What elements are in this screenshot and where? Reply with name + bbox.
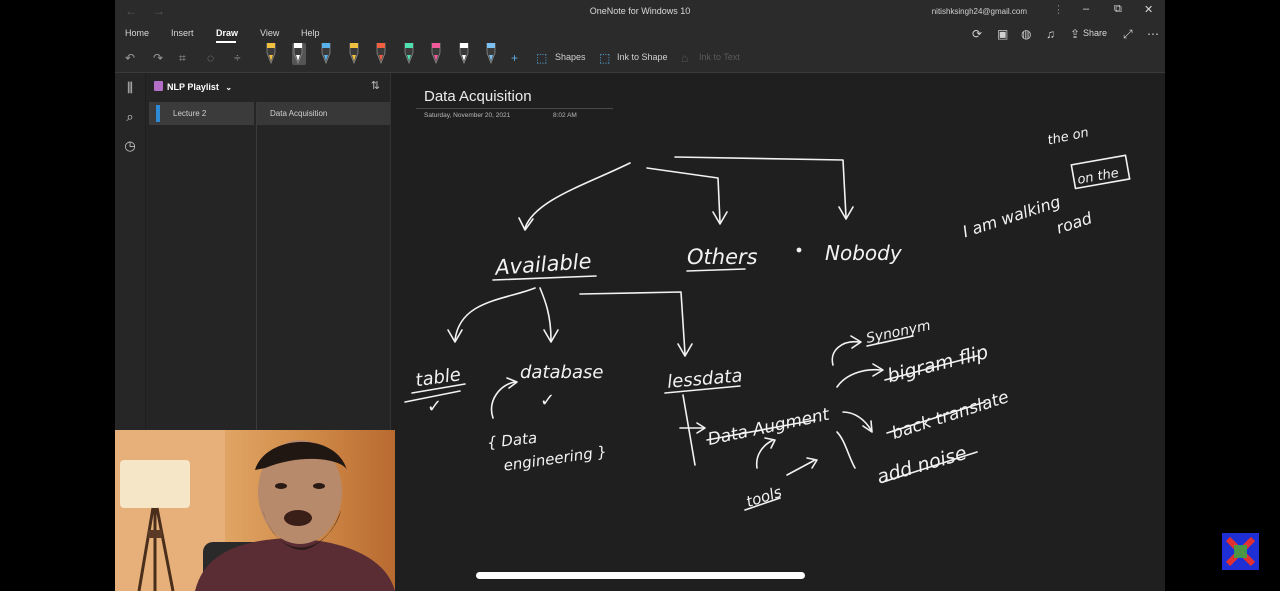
arrow-to-bigram [836,368,882,388]
underline-others [686,268,746,272]
label-table: table [414,364,462,391]
arrow-to-back-translate [842,411,872,431]
arrow-tools-right [786,459,816,476]
label-nobody: Nobody [825,241,903,265]
arrow-to-table [454,287,536,341]
arrow-tools-up [755,439,774,469]
label-road: road [1054,208,1095,238]
home-indicator[interactable] [476,572,805,579]
lessdata-stem [682,394,696,466]
arrowhead [862,420,873,433]
arrow-to-lessdata [579,291,686,355]
arrowhead [764,437,776,449]
label-add-noise: add noise [874,442,969,489]
arrow-to-available [524,162,631,229]
label-lessdata: lessdata [666,365,743,392]
label-data-augment: Data Augment [706,404,832,450]
arrow-to-add-noise [836,431,856,469]
label-back-translate: back translate [889,387,1011,444]
label-available: Available [492,249,592,280]
presenter-image [115,430,395,591]
label-data-engineering-1: { Data [486,429,538,452]
check-database: ✓ [540,390,555,411]
label-tools: tools [744,483,784,511]
presenter-webcam [115,430,395,591]
arrow-to-others [646,167,721,223]
label-database: database [520,362,603,383]
arrow-to-database-2 [490,381,516,419]
ink-dot [796,247,802,253]
arrow-to-nobody [674,156,847,218]
label-bigram-flip: bigram flip [885,341,990,387]
label-i-am-walking: I am walking [960,192,1063,241]
label-the-on: the on [1046,125,1090,148]
label-synonym: Synonym [865,318,932,347]
channel-logo [1222,533,1259,570]
check-table: ✓ [427,396,442,417]
label-others: Others [687,245,758,269]
